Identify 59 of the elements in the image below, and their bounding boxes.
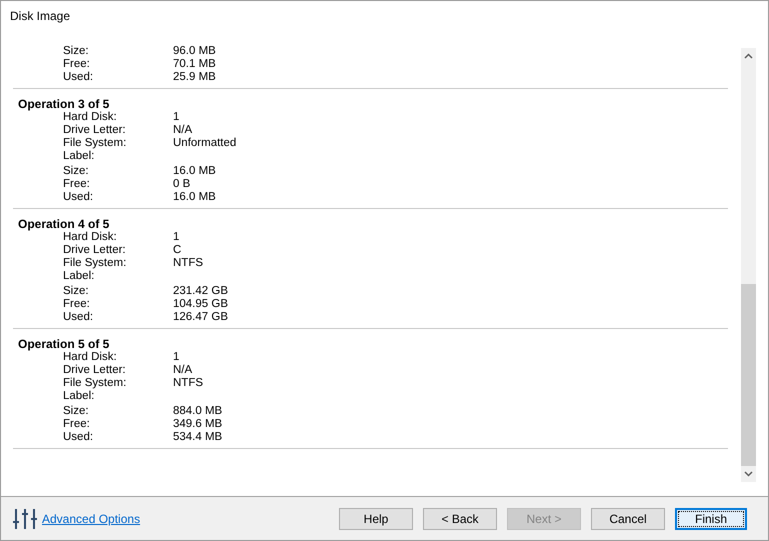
property-value: 126.47 GB: [173, 311, 228, 324]
property-label: Used:: [63, 431, 94, 444]
scroll-up-icon[interactable]: [744, 53, 753, 59]
property-value: N/A: [173, 124, 192, 137]
property-label: Hard Disk:: [63, 351, 118, 364]
property-label: Drive Letter:: [63, 364, 127, 377]
property-label: File System:: [63, 137, 128, 150]
operation-heading: Operation 4 of 5: [17, 218, 110, 231]
property-value: 1: [173, 231, 180, 244]
property-label: Label:: [63, 150, 96, 163]
property-value: C: [173, 244, 182, 257]
dialog-button[interactable]: Finish: [675, 508, 747, 530]
property-label: Size:: [63, 165, 90, 178]
property-value: 16.0 MB: [173, 165, 216, 178]
dialog-button[interactable]: < Back: [423, 508, 497, 530]
property-value: Unformatted: [173, 137, 236, 150]
property-value: 70.1 MB: [173, 58, 216, 71]
property-label: Size:: [63, 405, 90, 418]
property-value: 1: [173, 111, 180, 124]
property-value: 534.4 MB: [173, 431, 222, 444]
scrollbar-thumb[interactable]: [741, 284, 756, 466]
property-label: File System:: [63, 377, 128, 390]
property-value: 231.42 GB: [173, 285, 228, 298]
property-value: N/A: [173, 364, 192, 377]
property-label: Drive Letter:: [63, 124, 127, 137]
property-label: Free:: [63, 58, 91, 71]
property-value: 349.6 MB: [173, 418, 222, 431]
operation-heading: Operation 3 of 5: [17, 98, 110, 111]
advanced-options-link[interactable]: Advanced Options: [42, 510, 140, 528]
property-label: Hard Disk:: [63, 231, 118, 244]
scrollbar[interactable]: [741, 48, 756, 482]
dialog-button[interactable]: Help: [339, 508, 413, 530]
property-value: 96.0 MB: [173, 45, 216, 58]
dialog-button[interactable]: Cancel: [591, 508, 665, 530]
operation-heading: Operation 5 of 5: [17, 338, 110, 351]
property-label: File System:: [63, 257, 128, 270]
property-label: Used:: [63, 71, 94, 84]
property-value: 25.9 MB: [173, 71, 216, 84]
property-label: Hard Disk:: [63, 111, 118, 124]
property-label: Used:: [63, 191, 94, 204]
property-label: Label:: [63, 390, 96, 403]
sliders-icon: [13, 508, 37, 530]
property-value: 0 B: [173, 178, 190, 191]
property-value: 884.0 MB: [173, 405, 222, 418]
property-label: Free:: [63, 178, 91, 191]
property-label: Free:: [63, 418, 91, 431]
window-title: Disk Image: [10, 8, 70, 25]
property-label: Size:: [63, 45, 90, 58]
property-label: Label:: [63, 270, 96, 283]
scroll-down-icon[interactable]: [744, 471, 753, 477]
property-value: NTFS: [173, 257, 204, 270]
property-value: NTFS: [173, 377, 204, 390]
property-label: Free:: [63, 298, 91, 311]
property-value: 1: [173, 351, 180, 364]
property-value: 16.0 MB: [173, 191, 216, 204]
property-label: Drive Letter:: [63, 244, 127, 257]
property-label: Used:: [63, 311, 94, 324]
property-value: 104.95 GB: [173, 298, 228, 311]
property-label: Size:: [63, 285, 90, 298]
